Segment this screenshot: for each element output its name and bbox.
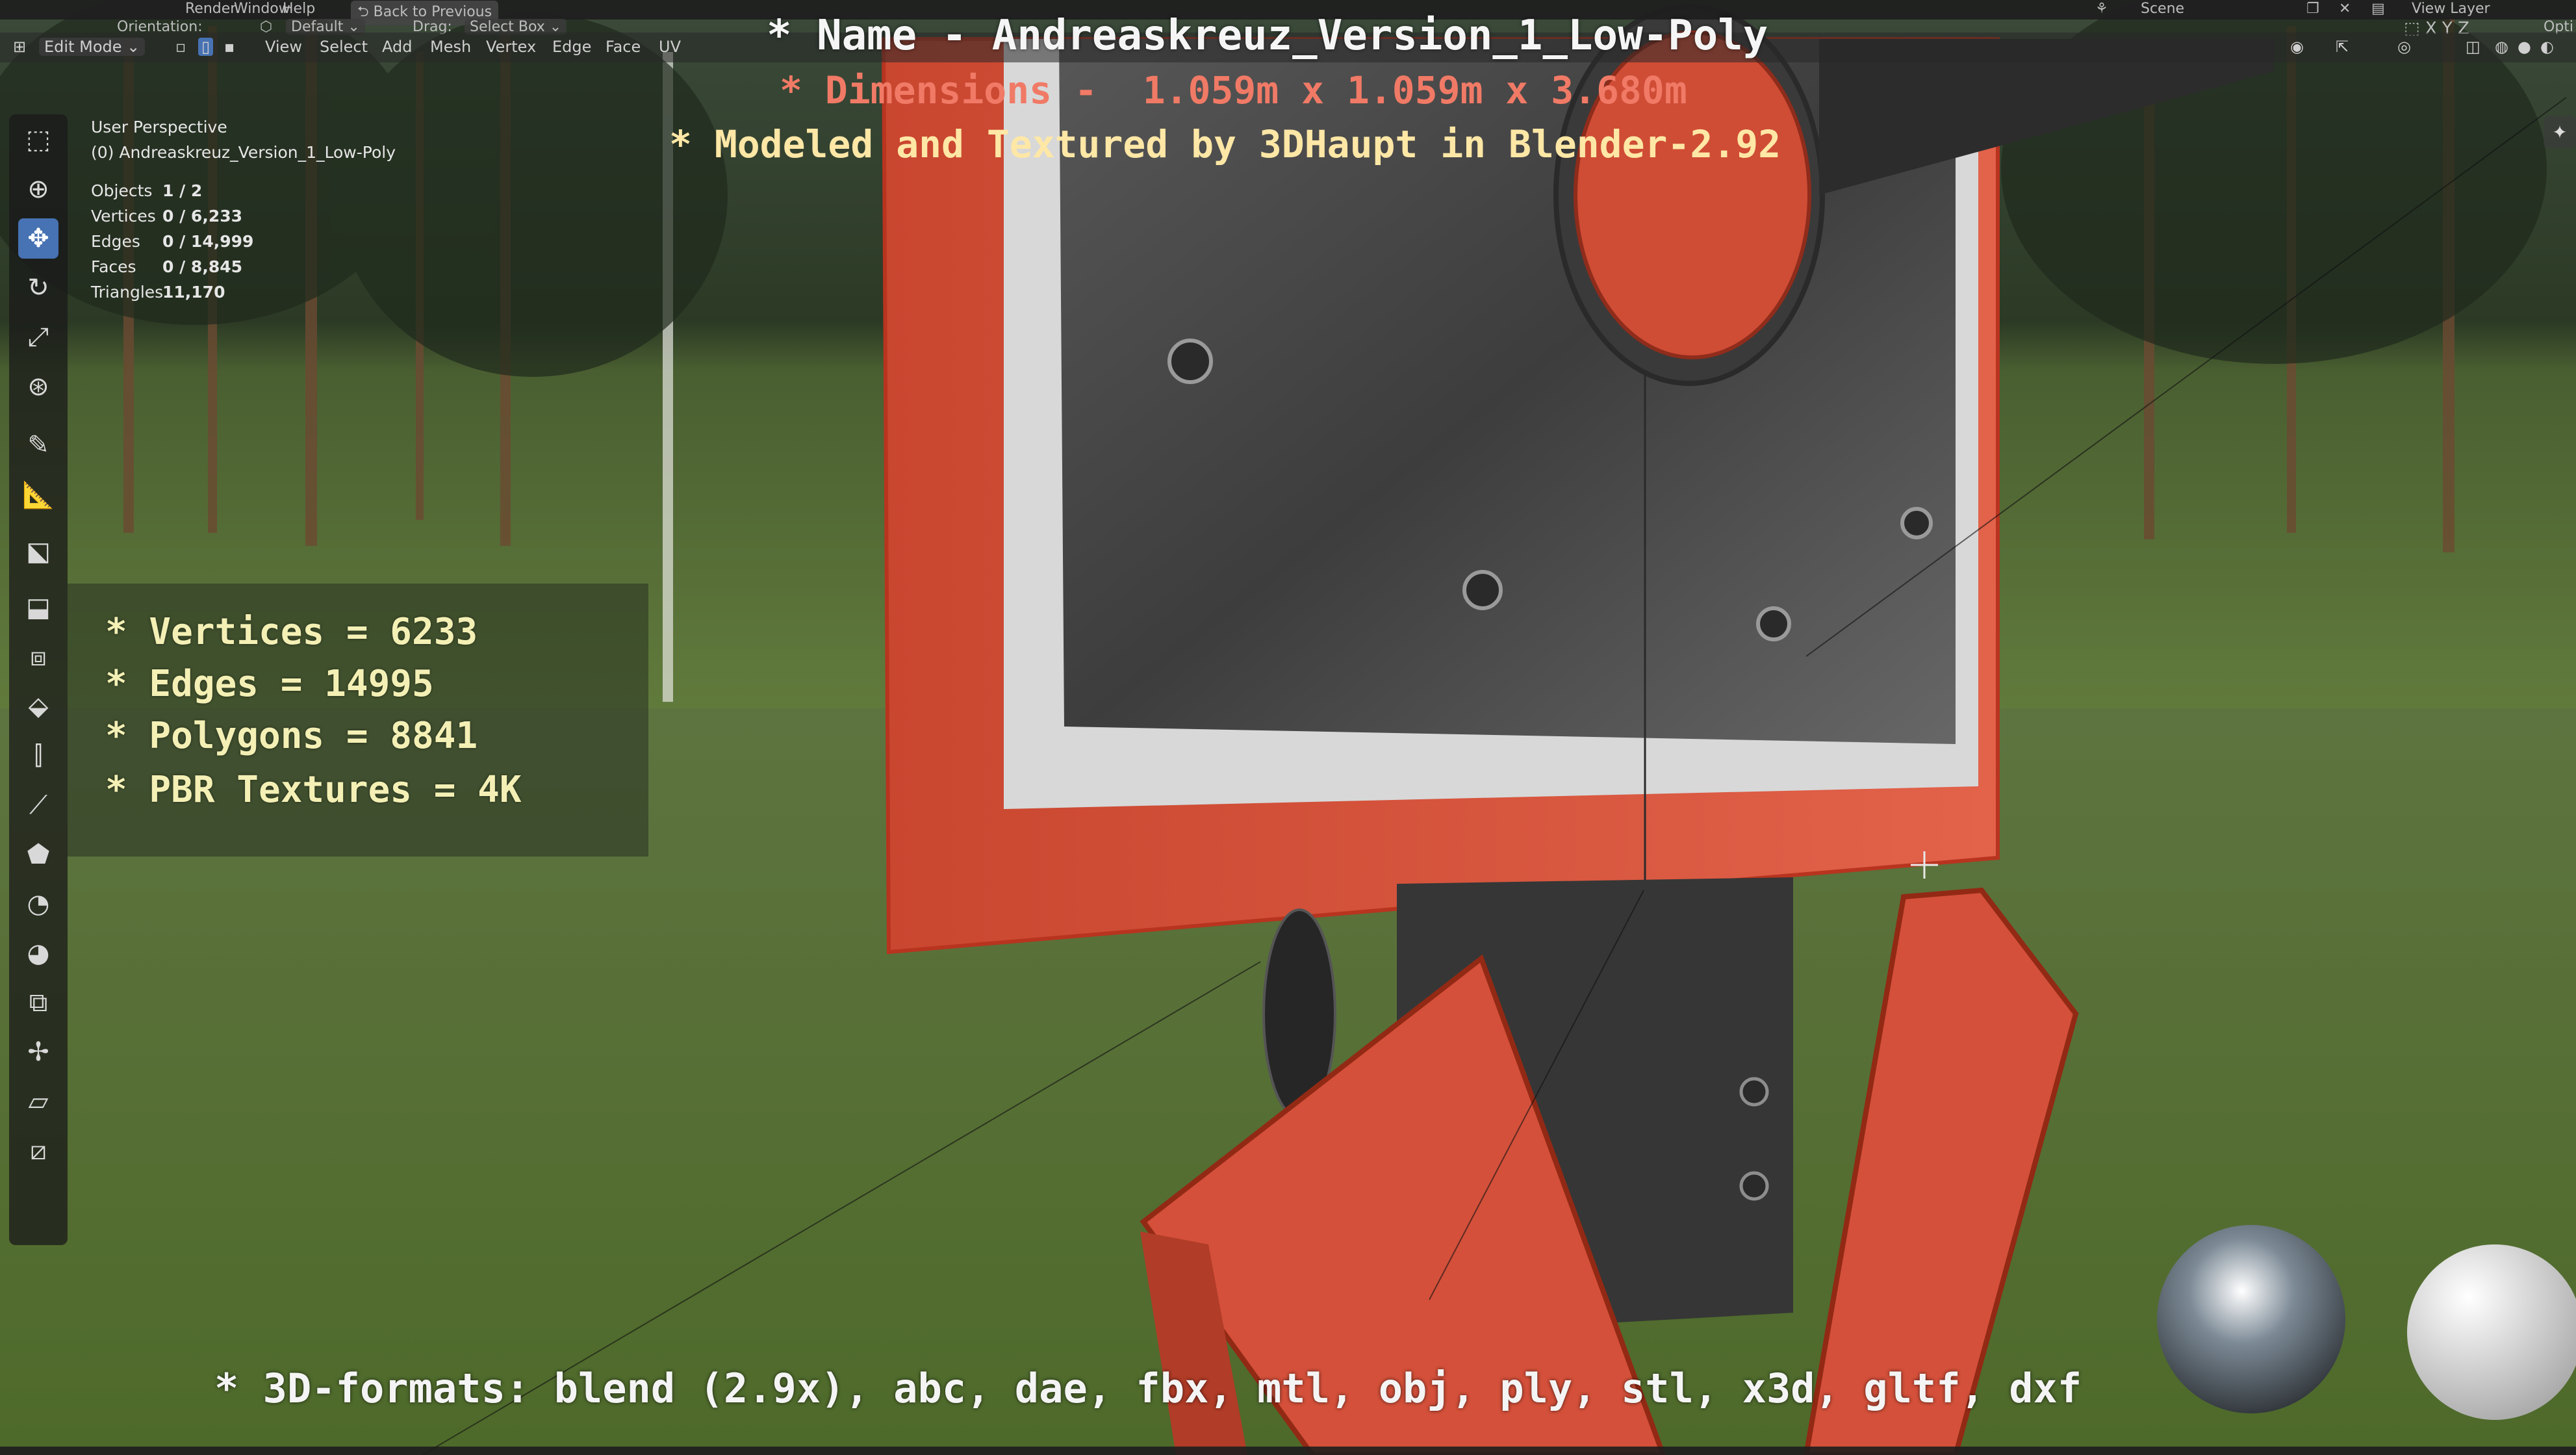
menu-vertex[interactable]: Vertex bbox=[486, 38, 536, 56]
visibility-icon[interactable]: ◉ bbox=[2290, 38, 2304, 56]
loop-cut-icon[interactable]: ⫿ bbox=[18, 736, 58, 776]
menu-view[interactable]: View bbox=[265, 38, 302, 56]
overlay-dimensions-line: * Dimensions - 1.059m x 1.059m x 3.680m bbox=[780, 68, 1687, 112]
3d-viewport[interactable]: Render Window Help ⮌ Back to Previous ⚘ … bbox=[0, 0, 2576, 1455]
scene-selector[interactable]: Scene bbox=[2141, 1, 2184, 17]
move-icon[interactable]: ✥ bbox=[18, 218, 58, 259]
menu-uv[interactable]: UV bbox=[659, 38, 681, 56]
inset-icon[interactable]: ⧈ bbox=[18, 637, 58, 677]
overlay-name-line: * Name - Andreaskreuz_Version_1_Low-Poly bbox=[767, 12, 1768, 60]
active-object-name: (0) Andreaskreuz_Version_1_Low-Poly bbox=[91, 143, 396, 162]
poly-build-icon[interactable]: ⬟ bbox=[18, 834, 58, 875]
material-shading-icon[interactable]: ◐ bbox=[2540, 38, 2554, 56]
menu-window[interactable]: Window bbox=[234, 1, 290, 17]
info-polygons: * Polygons = 8841 bbox=[105, 715, 478, 757]
rotate-icon[interactable]: ↻ bbox=[18, 268, 58, 308]
tool-shelf: ⬚ ⊕ ✥ ↻ ⤢ ⊛ ✎ 📐 ⬕ ⬓ ⧈ ⬙ ⫿ ⟋ ⬟ ◔ ◕ ⧉ ✢ ▱ … bbox=[9, 114, 68, 1245]
view-layer-selector[interactable]: View Layer bbox=[2412, 1, 2490, 17]
back-to-previous-label: Back to Previous bbox=[373, 4, 492, 20]
menu-mesh[interactable]: Mesh bbox=[430, 38, 471, 56]
stat-label: Objects bbox=[91, 181, 153, 200]
menu-render[interactable]: Render bbox=[185, 1, 236, 17]
bevel-icon[interactable]: ⬙ bbox=[18, 686, 58, 727]
stat-row: Vertices 0 / 6,233 bbox=[91, 203, 396, 229]
cursor-icon[interactable]: ⊕ bbox=[18, 169, 58, 209]
menu-face[interactable]: Face bbox=[606, 38, 641, 56]
select-box-icon[interactable]: ⬚ bbox=[18, 120, 58, 160]
chevron-down-icon: ⌄ bbox=[121, 38, 140, 56]
viewport-stats: User Perspective (0) Andreaskreuz_Versio… bbox=[91, 114, 396, 305]
stat-row: Objects 1 / 2 bbox=[91, 178, 396, 203]
stat-value: 1 / 2 bbox=[162, 181, 203, 200]
stat-label: Vertices bbox=[91, 207, 156, 225]
view-layer-icon: ▤ bbox=[2371, 1, 2385, 17]
wireframe-shading-icon[interactable]: ◍ bbox=[2495, 38, 2508, 56]
copy-scene-icon[interactable]: ❐ bbox=[2306, 1, 2319, 17]
rip-icon[interactable]: ⧄ bbox=[18, 1131, 58, 1171]
overlay-icon[interactable]: ◎ bbox=[2397, 38, 2411, 56]
view-name: User Perspective bbox=[91, 118, 227, 136]
info-edges: * Edges = 14995 bbox=[105, 663, 434, 705]
extrude-icon[interactable]: ⬓ bbox=[18, 587, 58, 628]
annotate-icon[interactable]: ✎ bbox=[18, 425, 58, 465]
edge-select-mode-icon[interactable]: ▯ bbox=[198, 38, 214, 56]
knife-icon[interactable]: ⟋ bbox=[18, 785, 58, 825]
edge-slide-icon[interactable]: ⧉ bbox=[18, 983, 58, 1023]
xray-icon[interactable]: ◫ bbox=[2466, 38, 2480, 56]
stat-value: 0 / 14,999 bbox=[162, 232, 254, 251]
menu-add[interactable]: Add bbox=[382, 38, 412, 56]
stat-value: 0 / 8,845 bbox=[162, 257, 243, 276]
solid-shading-icon[interactable]: ● bbox=[2518, 38, 2531, 56]
info-vertices: * Vertices = 6233 bbox=[105, 611, 478, 653]
scale-icon[interactable]: ⤢ bbox=[18, 317, 58, 357]
overlay-formats-line: * 3D-formats: blend (2.9x), abc, dae, fb… bbox=[214, 1365, 2082, 1412]
mode-value: Edit Mode bbox=[44, 38, 122, 56]
stat-label: Edges bbox=[91, 232, 140, 251]
info-textures: * PBR Textures = 4K bbox=[105, 769, 522, 811]
mode-selector[interactable]: Edit Mode ⌄ bbox=[39, 38, 146, 56]
scene-icon: ⚘ bbox=[2095, 1, 2108, 17]
measure-icon[interactable]: 📐 bbox=[18, 474, 58, 515]
stat-label: Triangles bbox=[91, 283, 164, 302]
add-cube-icon[interactable]: ⬕ bbox=[18, 532, 58, 572]
editor-type-icon[interactable]: ⊞ bbox=[13, 38, 26, 56]
shear-icon[interactable]: ▱ bbox=[18, 1081, 58, 1122]
gizmo-icon[interactable]: ⇱ bbox=[2336, 38, 2349, 56]
face-select-mode-icon[interactable]: ▪ bbox=[224, 38, 235, 56]
menu-edge[interactable]: Edge bbox=[552, 38, 591, 56]
stat-row: Faces 0 / 8,845 bbox=[91, 254, 396, 279]
shrink-fatten-icon[interactable]: ✢ bbox=[18, 1032, 58, 1072]
close-scene-icon[interactable]: ✕ bbox=[2339, 1, 2351, 17]
navigation-gizmo[interactable]: ✦ bbox=[2544, 116, 2576, 148]
back-icon: ⮌ bbox=[357, 4, 374, 20]
vertex-select-mode-icon[interactable]: ▫ bbox=[175, 38, 186, 56]
stat-value: 11,170 bbox=[162, 283, 225, 302]
status-bar bbox=[0, 1447, 2576, 1455]
menu-help[interactable]: Help bbox=[283, 1, 315, 17]
smooth-icon[interactable]: ◕ bbox=[18, 933, 58, 973]
overlay-credits-line: * Modeled and Textured by 3DHaupt in Ble… bbox=[669, 122, 1781, 166]
transform-icon[interactable]: ⊛ bbox=[18, 367, 58, 407]
stat-row: Triangles11,170 bbox=[91, 279, 396, 305]
stat-value: 0 / 6,233 bbox=[162, 207, 243, 225]
stat-label: Faces bbox=[91, 257, 136, 276]
spin-icon[interactable]: ◔ bbox=[18, 884, 58, 924]
menu-select[interactable]: Select bbox=[320, 38, 368, 56]
stat-row: Edges 0 / 14,999 bbox=[91, 229, 396, 254]
